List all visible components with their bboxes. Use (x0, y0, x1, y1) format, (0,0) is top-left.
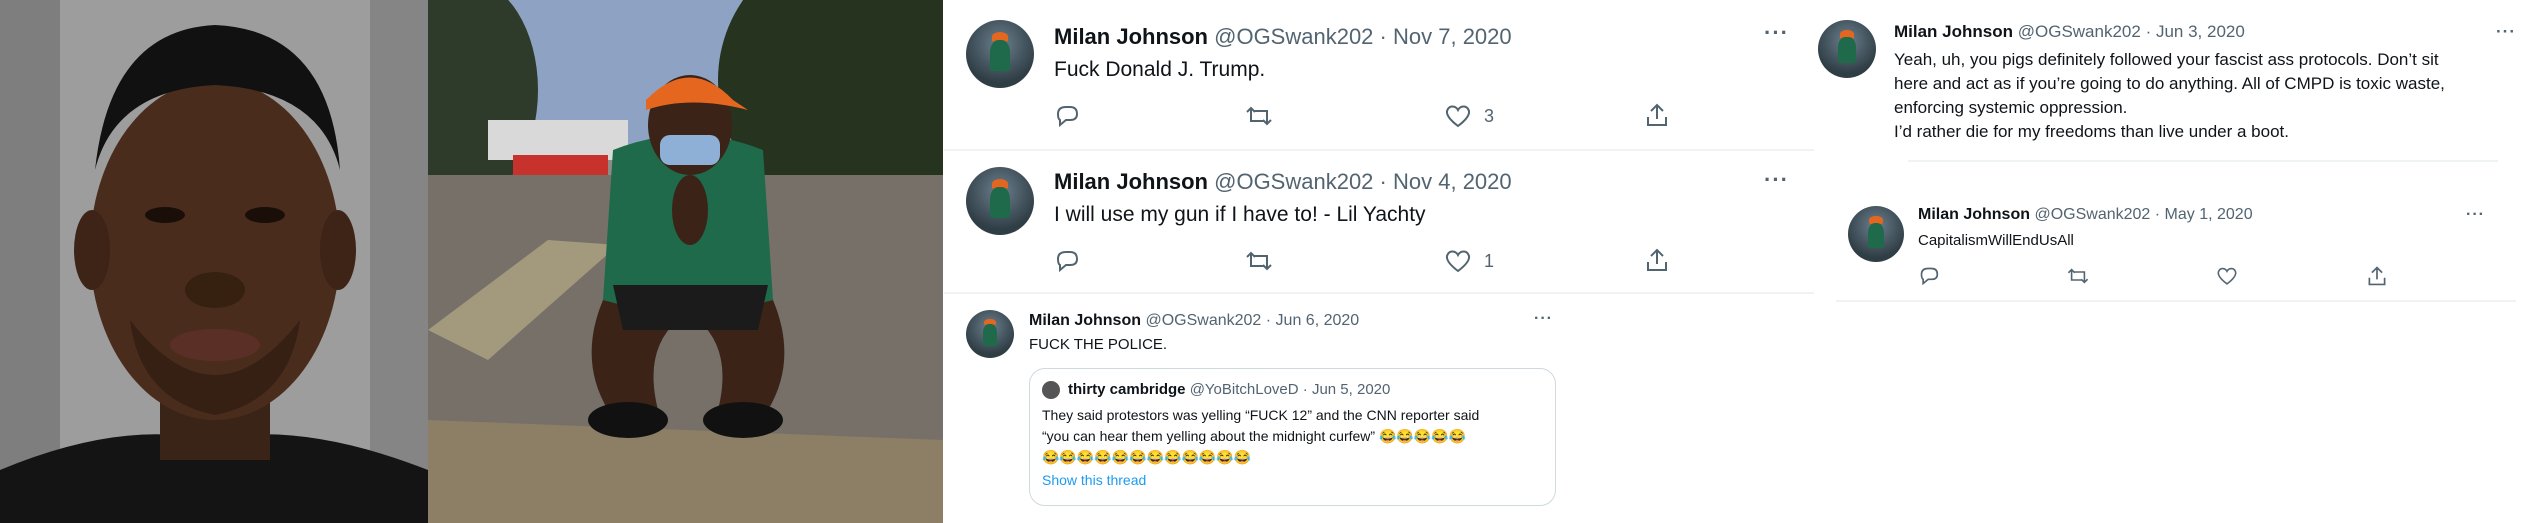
tweet-text: Fuck Donald J. Trump. (1054, 58, 1266, 81)
like-icon[interactable] (2216, 266, 2238, 286)
retweet-icon[interactable] (1244, 249, 1274, 273)
author-handle[interactable]: @OGSwank202 (1145, 312, 1261, 329)
quoted-tweet[interactable]: thirty cambridge @YoBitchLoveD · Jun 5, … (1029, 368, 1556, 506)
tweet-header: Milan Johnson @OGSwank202 · Jun 6, 2020 (1029, 312, 1359, 330)
retweet-icon[interactable] (2066, 266, 2090, 286)
avatar[interactable] (1848, 206, 1904, 262)
author-name[interactable]: Milan Johnson (1054, 169, 1208, 194)
tweet-text-line: I’d rather die for my freedoms than live… (1894, 122, 2289, 141)
tweet-date[interactable]: May 1, 2020 (2165, 206, 2253, 223)
share-icon[interactable] (1644, 247, 1670, 273)
quoted-tweet-text-line: 😂😂😂😂😂😂😂😂😂😂😂😂 (1042, 449, 1252, 465)
more-options-icon[interactable]: ··· (1764, 167, 1789, 193)
tweet-text-line: enforcing systemic oppression. (1894, 98, 2128, 117)
author-handle[interactable]: @OGSwank202 (2034, 206, 2150, 223)
separator-dot: · (1379, 24, 1387, 49)
tweet-text: FUCK THE POLICE. (1029, 336, 1168, 353)
author-handle[interactable]: @OGSwank202 (2018, 22, 2141, 41)
more-options-icon[interactable]: ··· (1764, 20, 1789, 46)
like-icon[interactable] (1444, 249, 1472, 273)
author-name[interactable]: Milan Johnson (1029, 312, 1141, 329)
separator-dot: · (1265, 312, 1272, 329)
reply-icon[interactable] (1054, 249, 1080, 273)
quoted-tweet-text-line: “you can hear them yelling about the mid… (1042, 428, 1467, 444)
author-name[interactable]: Milan Johnson (1918, 206, 2030, 223)
avatar[interactable] (966, 310, 1014, 358)
tweet-header: Milan Johnson @OGSwank202 · Nov 7, 2020 (1054, 24, 1512, 50)
like-count: 3 (1484, 106, 1495, 126)
tweet-text: I will use my gun if I have to! - Lil Ya… (1054, 203, 1426, 226)
separator-dot: · (1302, 381, 1308, 398)
reply-icon[interactable] (1054, 104, 1080, 128)
avatar-figure-shape (989, 40, 1011, 71)
avatar-figure-shape (1838, 37, 1856, 64)
street-photo (428, 0, 943, 523)
separator-dot: · (2145, 22, 2152, 41)
more-options-icon[interactable]: ··· (1534, 310, 1553, 328)
avatar[interactable] (1818, 20, 1876, 78)
tweet-divider (944, 292, 1814, 294)
avatar-figure-shape (982, 324, 998, 346)
tweet-header: Milan Johnson @OGSwank202 · Nov 4, 2020 (1054, 169, 1512, 195)
tweet-card[interactable]: Milan Johnson @OGSwank202 · Nov 4, 2020 … (944, 151, 1814, 291)
tweet-card[interactable]: Milan Johnson @OGSwank202 · Nov 7, 2020 … (944, 0, 1814, 150)
quoted-author-handle[interactable]: @YoBitchLoveD (1190, 381, 1299, 398)
quoted-tweet-date[interactable]: Jun 5, 2020 (1312, 381, 1390, 398)
like-count: 1 (1484, 251, 1495, 271)
tweet-header: Milan Johnson @OGSwank202 · Jun 3, 2020 (1894, 22, 2245, 42)
person-photo-icon (0, 0, 428, 523)
avatar-figure-shape (989, 187, 1011, 218)
tweet-text: CapitalismWillEndUsAll (1918, 232, 2074, 249)
share-icon[interactable] (2366, 265, 2388, 287)
tweet-text-line: Yeah, uh, you pigs definitely followed y… (1894, 50, 2439, 69)
show-thread-link[interactable]: Show this thread (1042, 472, 1146, 488)
retweet-icon[interactable] (1244, 104, 1274, 128)
tweet-header: Milan Johnson @OGSwank202 · May 1, 2020 (1918, 206, 2253, 224)
tweet-date[interactable]: Nov 7, 2020 (1393, 24, 1512, 49)
quoted-tweet-header: thirty cambridge @YoBitchLoveD · Jun 5, … (1068, 381, 1390, 398)
quoted-tweet-text-line: They said protestors was yelling “FUCK 1… (1042, 407, 1480, 423)
separator-dot: · (2154, 206, 2161, 223)
tweet-card[interactable]: Milan Johnson @OGSwank202 · Jun 3, 2020 … (1816, 0, 2536, 170)
author-name[interactable]: Milan Johnson (1054, 24, 1208, 49)
tweet-card[interactable]: Milan Johnson @OGSwank202 · Jun 6, 2020 … (944, 296, 1574, 523)
author-handle[interactable]: @OGSwank202 (1214, 24, 1373, 49)
tweet-text-line: here and act as if you’re going to do an… (1894, 74, 2445, 93)
share-icon[interactable] (1644, 102, 1670, 128)
more-options-icon[interactable]: ··· (2466, 206, 2485, 224)
tweet-divider (1908, 160, 2498, 162)
quoted-author-name[interactable]: thirty cambridge (1068, 381, 1186, 398)
avatar-figure-shape (1867, 222, 1885, 248)
like-icon[interactable] (1444, 104, 1472, 128)
reply-icon[interactable] (1918, 266, 1940, 286)
tweet-date[interactable]: Jun 6, 2020 (1276, 312, 1360, 329)
tweet-date[interactable]: Jun 3, 2020 (2156, 22, 2245, 41)
tweet-date[interactable]: Nov 4, 2020 (1393, 169, 1512, 194)
tweet-divider (1836, 300, 2516, 302)
separator-dot: · (1379, 169, 1387, 194)
avatar[interactable] (966, 167, 1034, 235)
mugshot-photo (0, 0, 428, 523)
avatar[interactable] (966, 20, 1034, 88)
author-handle[interactable]: @OGSwank202 (1214, 169, 1373, 194)
avatar[interactable] (1042, 381, 1060, 399)
author-name[interactable]: Milan Johnson (1894, 22, 2013, 41)
tweet-card[interactable]: Milan Johnson @OGSwank202 · May 1, 2020 … (1816, 190, 2536, 305)
person-crouching-photo-icon (428, 0, 943, 523)
more-options-icon[interactable]: ··· (2496, 22, 2516, 42)
